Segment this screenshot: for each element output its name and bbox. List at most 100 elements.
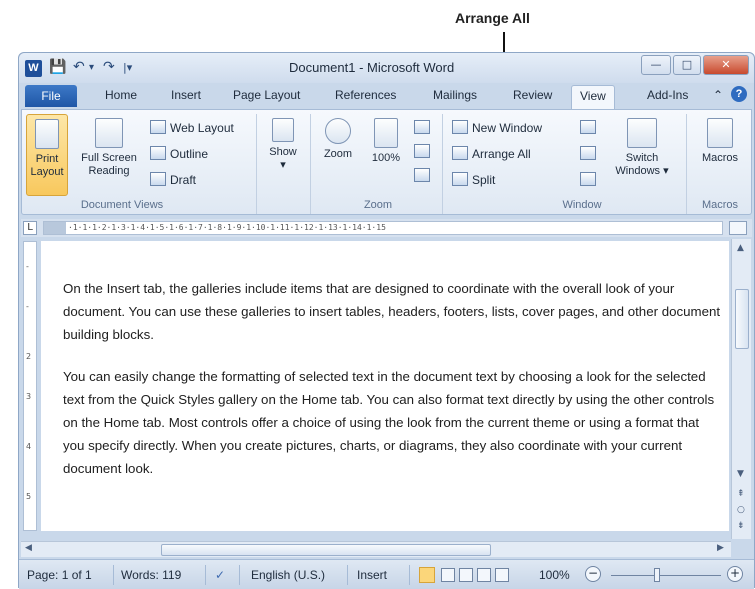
tab-view[interactable]: View [571,85,615,110]
status-separator [205,565,206,585]
zoom-out-button[interactable]: − [585,566,601,582]
maximize-button[interactable]: □ [673,55,701,75]
select-browse-object-icon[interactable]: ○ [737,505,745,515]
status-separator [409,565,410,585]
language-indicator[interactable]: English (U.S.) [251,568,325,582]
redo-icon[interactable]: ↷ [103,59,115,75]
macros-button[interactable]: Macros [692,118,748,165]
show-label: Show [269,146,297,158]
outline-icon [150,146,166,160]
arrange-all-icon [452,146,468,160]
view-ruler-icon[interactable] [729,221,747,235]
tab-home[interactable]: Home [105,88,137,102]
reset-window-position-button[interactable] [580,172,600,187]
next-page-icon[interactable]: ⇟ [737,521,745,531]
tab-page-layout[interactable]: Page Layout [233,88,300,102]
tab-insert[interactable]: Insert [171,88,201,102]
ruler-left-margin [44,222,66,234]
full-screen-reading-button[interactable]: Full Screen Reading [76,118,142,178]
word-window: W 💾 ↶ ▾ ↷ |▾ Document1 - Microsoft Word … [18,52,755,589]
proofing-icon[interactable]: ✓ [215,568,225,582]
scroll-left-icon[interactable]: ◀ [25,543,32,553]
scroll-down-icon[interactable]: ▼ [737,469,744,479]
scroll-up-icon[interactable]: ▲ [737,243,744,253]
web-layout-view-icon[interactable] [459,568,473,582]
arrange-all-label: Arrange All [472,147,531,161]
arrange-all-button[interactable]: Arrange All [452,146,531,161]
zoom-100-button[interactable]: 100% [366,118,406,165]
save-icon[interactable]: 💾 [49,59,66,75]
full-screen-view-icon[interactable] [441,568,455,582]
full-screen-reading-icon [95,118,123,148]
switch-windows-label: Switch Windows ▾ [615,152,669,177]
group-separator [686,114,687,214]
status-separator [239,565,240,585]
word-app-icon[interactable]: W [25,60,42,77]
show-button[interactable]: Show ▾ [264,118,302,172]
group-zoom-label: Zoom [363,199,393,211]
undo-dropdown-icon[interactable]: ▾ [89,62,94,73]
undo-icon[interactable]: ↶ [73,59,85,75]
zoom-100-icon [374,118,398,148]
tab-references[interactable]: References [335,88,396,102]
scroll-right-icon[interactable]: ▶ [717,543,724,553]
status-separator [113,565,114,585]
tab-stop-selector[interactable]: L [23,221,37,235]
draft-button[interactable]: Draft [150,172,196,187]
draft-view-icon[interactable] [495,568,509,582]
help-icon[interactable]: ? [731,86,747,102]
outline-button[interactable]: Outline [150,146,208,161]
zoom-100-label: 100% [371,152,401,164]
insert-mode-indicator[interactable]: Insert [357,568,387,582]
horizontal-scroll-thumb[interactable] [161,544,491,556]
zoom-level[interactable]: 100% [539,568,570,582]
synchronous-scrolling-button[interactable] [580,146,600,161]
tab-mailings[interactable]: Mailings [433,88,477,102]
view-side-by-side-button[interactable] [580,120,600,135]
vertical-ruler[interactable]: --2345 [23,241,37,531]
vertical-scroll-thumb[interactable] [735,289,749,349]
zoom-in-button[interactable]: + [727,566,743,582]
one-page-button[interactable] [414,120,434,135]
page-width-button[interactable] [414,168,434,183]
split-icon [452,172,468,186]
vertical-scrollbar[interactable]: ▲ ▼ ⇞ ○ ⇟ [731,239,751,539]
ribbon-minimize-icon[interactable]: ⌃ [713,88,723,102]
zoom-slider-thumb[interactable] [654,568,660,582]
tab-add-ins[interactable]: Add-Ins [647,88,688,102]
tab-file[interactable]: File [25,85,77,107]
zoom-label: Zoom [323,148,353,160]
zoom-button[interactable]: Zoom [318,118,358,161]
split-button[interactable]: Split [452,172,495,187]
page-count[interactable]: Page: 1 of 1 [27,568,92,582]
zoom-slider-track[interactable] [611,575,721,576]
title-bar: W 💾 ↶ ▾ ↷ |▾ Document1 - Microsoft Word … [19,53,754,83]
full-screen-reading-label: Full Screen Reading [81,152,137,177]
previous-page-icon[interactable]: ⇞ [737,489,745,499]
customize-quick-access-icon[interactable]: |▾ [123,61,132,74]
window-title: Document1 - Microsoft Word [289,60,455,75]
group-separator [310,114,311,214]
macros-icon [707,118,733,148]
word-count[interactable]: Words: 119 [121,568,181,582]
tab-review[interactable]: Review [513,88,552,102]
group-separator [256,114,257,214]
outline-view-icon[interactable] [477,568,491,582]
document-paragraph[interactable]: On the Insert tab, the galleries include… [63,277,723,346]
two-pages-button[interactable] [414,144,434,159]
new-window-button[interactable]: New Window [452,120,542,135]
document-page[interactable]: On the Insert tab, the galleries include… [41,241,729,531]
synchronous-scrolling-icon [580,146,596,160]
document-paragraph[interactable]: You can easily change the formatting of … [63,365,723,480]
minimize-button[interactable]: — [641,55,671,75]
close-button[interactable]: ✕ [703,55,749,75]
horizontal-ruler[interactable]: ·1·1·1·2·1·3·1·4·1·5·1·6·1·7·1·8·1·9·1·1… [43,221,723,235]
print-layout-view-icon[interactable] [419,567,435,583]
new-window-label: New Window [472,121,543,135]
horizontal-scrollbar[interactable]: ◀ ▶ [21,541,731,557]
two-pages-icon [414,144,430,158]
show-dropdown-icon: ▾ [280,159,286,171]
web-layout-button[interactable]: Web Layout [150,120,234,135]
print-layout-button[interactable]: Print Layout [26,114,68,196]
switch-windows-button[interactable]: Switch Windows ▾ [610,118,674,178]
